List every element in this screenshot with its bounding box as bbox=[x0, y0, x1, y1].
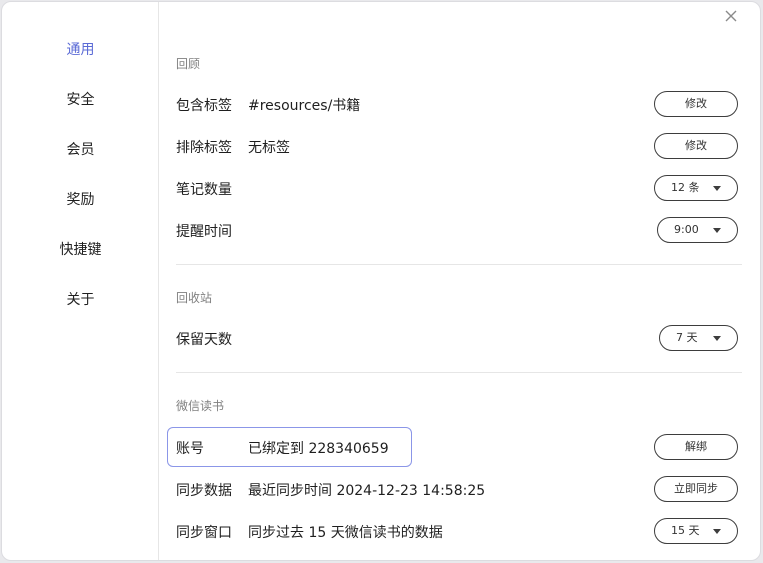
chevron-down-icon bbox=[713, 186, 721, 191]
include-tags-value: #resources/书籍 bbox=[248, 98, 361, 114]
include-tags-label: 包含标签 bbox=[176, 98, 232, 114]
section-title-wechat-read: 微信读书 bbox=[176, 399, 225, 413]
note-count-label: 笔记数量 bbox=[176, 182, 232, 198]
unbind-button[interactable]: 解绑 bbox=[654, 434, 738, 460]
chevron-down-icon bbox=[713, 336, 721, 341]
keep-days-label: 保留天数 bbox=[176, 332, 232, 348]
sync-data-value: 最近同步时间 2024-12-23 14:58:25 bbox=[248, 483, 486, 499]
sync-window-select-value: 15 天 bbox=[671, 524, 700, 537]
note-count-select-value: 12 条 bbox=[671, 181, 700, 194]
sync-data-label: 同步数据 bbox=[176, 483, 232, 499]
settings-dialog: 通用 安全 会员 奖励 快捷键 关于 回顾 包含标签 #resources/书籍… bbox=[1, 1, 761, 561]
chevron-down-icon bbox=[713, 529, 721, 534]
reminder-time-select[interactable]: 9:00 bbox=[657, 217, 738, 243]
sync-window-value: 同步过去 15 天微信读书的数据 bbox=[248, 525, 443, 541]
reminder-time-label: 提醒时间 bbox=[176, 224, 232, 240]
exclude-tags-label: 排除标签 bbox=[176, 140, 232, 156]
note-count-select[interactable]: 12 条 bbox=[654, 175, 738, 201]
account-value: 已绑定到 228340659 bbox=[248, 441, 389, 457]
section-title-review: 回顾 bbox=[176, 57, 201, 71]
reminder-time-select-value: 9:00 bbox=[674, 223, 699, 236]
sync-window-label: 同步窗口 bbox=[176, 525, 232, 541]
account-label: 账号 bbox=[176, 441, 204, 457]
edit-exclude-tags-button[interactable]: 修改 bbox=[654, 133, 738, 159]
chevron-down-icon bbox=[713, 228, 721, 233]
edit-include-tags-button[interactable]: 修改 bbox=[654, 91, 738, 117]
sync-now-button[interactable]: 立即同步 bbox=[654, 476, 738, 502]
section-divider bbox=[176, 372, 742, 373]
keep-days-select[interactable]: 7 天 bbox=[659, 325, 738, 351]
section-title-trash: 回收站 bbox=[176, 291, 213, 305]
keep-days-select-value: 7 天 bbox=[676, 331, 698, 344]
settings-content: 回顾 包含标签 #resources/书籍 修改 排除标签 无标签 修改 笔记数… bbox=[2, 2, 760, 560]
sync-window-select[interactable]: 15 天 bbox=[654, 518, 738, 544]
section-divider bbox=[176, 264, 742, 265]
exclude-tags-value: 无标签 bbox=[248, 140, 290, 156]
